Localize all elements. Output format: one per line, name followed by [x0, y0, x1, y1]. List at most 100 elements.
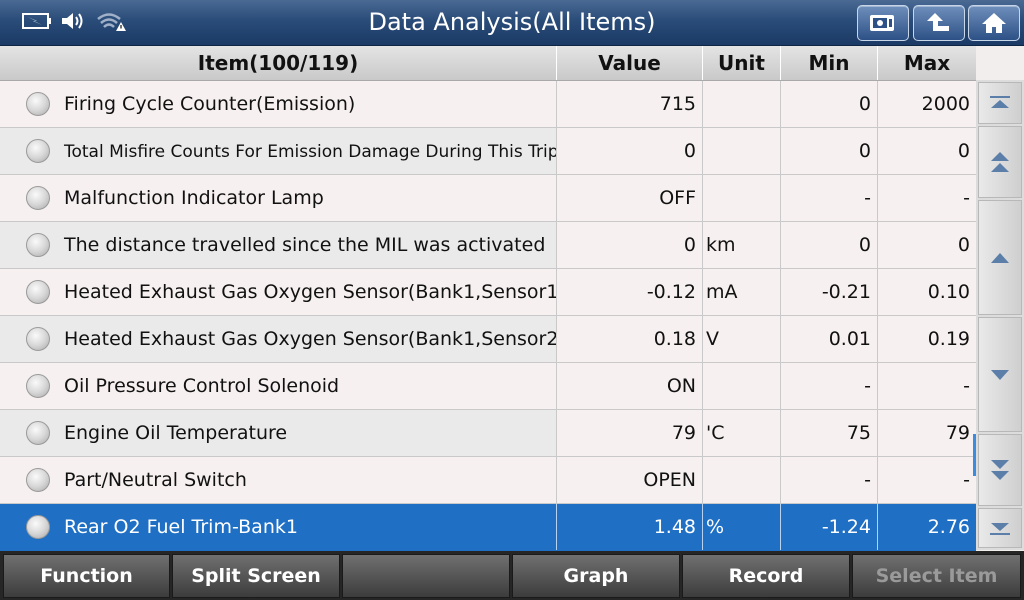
item-unit — [703, 175, 781, 221]
item-unit: V — [703, 316, 781, 362]
page-down-button[interactable] — [978, 434, 1022, 506]
select-item-button[interactable]: Select Item — [852, 554, 1021, 598]
row-radio[interactable] — [26, 233, 50, 257]
item-max: - — [878, 457, 976, 503]
item-min: 0 — [781, 222, 878, 268]
item-value: ON — [557, 363, 703, 409]
item-unit: 'C — [703, 410, 781, 456]
item-name: Heated Exhaust Gas Oxygen Sensor(Bank1,S… — [64, 281, 557, 303]
table-row[interactable]: Heated Exhaust Gas Oxygen Sensor(Bank1,S… — [0, 269, 976, 316]
scroll-up-button[interactable] — [978, 200, 1022, 315]
row-radio[interactable] — [26, 515, 50, 539]
row-radio[interactable] — [26, 468, 50, 492]
column-unit: Unit — [703, 46, 781, 80]
scroll-bottom-icon — [990, 523, 1010, 535]
chevron-up-icon — [991, 252, 1009, 263]
scroll-top-button[interactable] — [978, 82, 1022, 124]
item-value: 715 — [557, 81, 703, 127]
item-max: 0 — [878, 128, 976, 174]
table-row[interactable]: Engine Oil Temperature 79 'C 75 79 — [0, 410, 976, 457]
scroll-bottom-button[interactable] — [978, 508, 1022, 548]
item-min: 0 — [781, 128, 878, 174]
scroll-position-indicator — [973, 434, 976, 476]
item-unit — [703, 457, 781, 503]
table-row[interactable]: Oil Pressure Control Solenoid ON - - — [0, 363, 976, 410]
table-row[interactable]: The distance travelled since the MIL was… — [0, 222, 976, 269]
bottom-toolbar: Function Split Screen Graph Record Selec… — [0, 551, 1024, 600]
item-min: -1.24 — [781, 504, 878, 550]
table-row-selected[interactable]: Rear O2 Fuel Trim-Bank1 1.48 % -1.24 2.7… — [0, 504, 976, 551]
item-value: OFF — [557, 175, 703, 221]
table-row[interactable]: Part/Neutral Switch OPEN - - — [0, 457, 976, 504]
item-value: 1.48 — [557, 504, 703, 550]
item-min: -0.21 — [781, 269, 878, 315]
split-screen-button[interactable]: Split Screen — [172, 554, 340, 598]
item-name: Heated Exhaust Gas Oxygen Sensor(Bank1,S… — [64, 328, 557, 350]
row-radio[interactable] — [26, 186, 50, 210]
item-name: The distance travelled since the MIL was… — [64, 234, 546, 256]
double-chevron-down-icon — [991, 460, 1009, 480]
item-unit — [703, 81, 781, 127]
item-name: Part/Neutral Switch — [64, 469, 247, 491]
chevron-down-icon — [991, 369, 1009, 380]
row-radio[interactable] — [26, 139, 50, 163]
column-max: Max — [903, 51, 951, 75]
item-max: 2000 — [878, 81, 976, 127]
record-button[interactable]: Record — [682, 554, 850, 598]
item-name: Malfunction Indicator Lamp — [64, 187, 324, 209]
table-row[interactable]: Heated Exhaust Gas Oxygen Sensor(Bank1,S… — [0, 316, 976, 363]
screenshot-icon — [870, 15, 894, 31]
scroll-down-button[interactable] — [978, 317, 1022, 432]
item-max: - — [878, 175, 976, 221]
column-value: Value — [557, 46, 703, 80]
back-button[interactable] — [913, 5, 965, 41]
item-name: Total Misfire Counts For Emission Damage… — [64, 142, 557, 162]
scroll-top-icon — [990, 96, 1010, 108]
item-name: Oil Pressure Control Solenoid — [64, 375, 340, 397]
item-max: - — [878, 363, 976, 409]
item-value: 79 — [557, 410, 703, 456]
item-unit: km — [703, 222, 781, 268]
item-name: Firing Cycle Counter(Emission) — [64, 93, 356, 115]
table-row[interactable]: Firing Cycle Counter(Emission) 715 0 200… — [0, 81, 976, 128]
function-button[interactable]: Function — [3, 554, 170, 598]
graph-button[interactable]: Graph — [512, 554, 680, 598]
item-max: 79 — [878, 410, 976, 456]
item-unit — [703, 128, 781, 174]
item-value: -0.12 — [557, 269, 703, 315]
data-table: Firing Cycle Counter(Emission) 715 0 200… — [0, 81, 976, 551]
row-radio[interactable] — [26, 327, 50, 351]
item-name: Engine Oil Temperature — [64, 422, 288, 444]
item-value: OPEN — [557, 457, 703, 503]
double-chevron-up-icon — [991, 152, 1009, 172]
item-value: 0.18 — [557, 316, 703, 362]
row-radio[interactable] — [26, 280, 50, 304]
item-unit: % — [703, 504, 781, 550]
row-radio[interactable] — [26, 421, 50, 445]
item-unit: mA — [703, 269, 781, 315]
screenshot-button[interactable] — [857, 5, 909, 41]
table-row[interactable]: Malfunction Indicator Lamp OFF - - — [0, 175, 976, 222]
item-name: Rear O2 Fuel Trim-Bank1 — [64, 516, 298, 538]
home-button[interactable] — [968, 5, 1020, 41]
item-min: - — [781, 457, 878, 503]
table-row[interactable]: Total Misfire Counts For Emission Damage… — [0, 128, 976, 175]
title-bar: Data Analysis(All Items) — [0, 0, 1024, 46]
row-radio[interactable] — [26, 92, 50, 116]
item-max: 2.76 — [878, 504, 976, 550]
item-value: 0 — [557, 222, 703, 268]
item-min: 0 — [781, 81, 878, 127]
back-icon — [927, 13, 949, 31]
column-min: Min — [781, 46, 878, 80]
item-value: 0 — [557, 128, 703, 174]
item-max: 0.19 — [878, 316, 976, 362]
empty-button — [342, 554, 510, 598]
home-icon — [982, 13, 1006, 33]
row-radio[interactable] — [26, 374, 50, 398]
item-unit — [703, 363, 781, 409]
item-min: - — [781, 175, 878, 221]
item-min: 75 — [781, 410, 878, 456]
item-max: 0.10 — [878, 269, 976, 315]
scrollbar[interactable] — [973, 80, 1024, 550]
page-up-button[interactable] — [978, 126, 1022, 198]
